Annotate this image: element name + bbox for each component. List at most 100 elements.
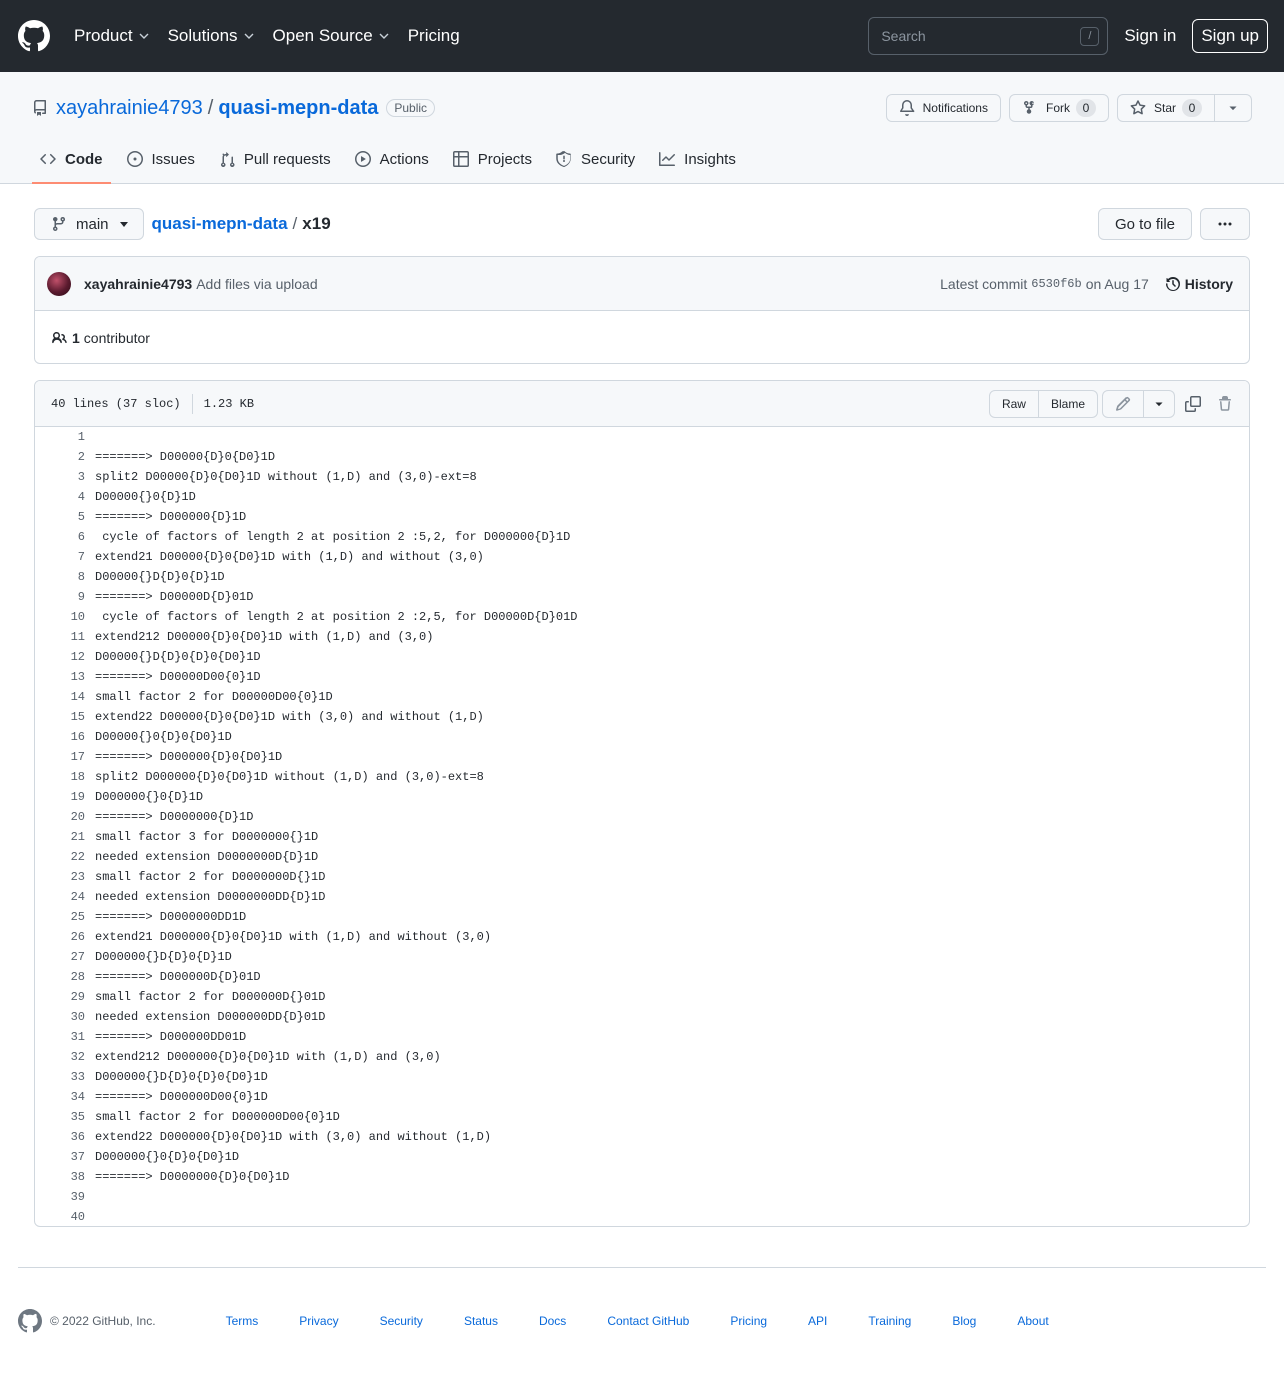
line-content: needed extension D0000000D{D}1D bbox=[95, 850, 319, 864]
repo-name-link[interactable]: quasi-mepn-data bbox=[218, 97, 378, 120]
commit-message-link[interactable]: Add files via upload bbox=[196, 276, 317, 292]
avatar[interactable] bbox=[47, 271, 71, 296]
line-number[interactable]: 32 bbox=[35, 1050, 85, 1064]
history-link[interactable]: History bbox=[1165, 276, 1233, 292]
footer-link-security[interactable]: Security bbox=[380, 1314, 423, 1328]
line-number[interactable]: 29 bbox=[35, 990, 85, 1004]
line-number[interactable]: 11 bbox=[35, 630, 85, 644]
line-number[interactable]: 36 bbox=[35, 1130, 85, 1144]
line-number[interactable]: 31 bbox=[35, 1030, 85, 1044]
pull-request-icon bbox=[219, 151, 235, 167]
trash-icon bbox=[1217, 395, 1233, 412]
line-number[interactable]: 27 bbox=[35, 950, 85, 964]
line-number[interactable]: 20 bbox=[35, 810, 85, 824]
line-number[interactable]: 25 bbox=[35, 910, 85, 924]
repo-title-row: xayahrainie4793 / quasi-mepn-data Public… bbox=[32, 92, 1252, 124]
line-number[interactable]: 6 bbox=[35, 530, 85, 544]
line-number[interactable]: 14 bbox=[35, 690, 85, 704]
branch-select-button[interactable]: main bbox=[34, 208, 144, 240]
tab-projects[interactable]: Projects bbox=[445, 136, 540, 184]
contributors-row[interactable]: 1 contributor bbox=[35, 311, 1249, 363]
line-number[interactable]: 26 bbox=[35, 930, 85, 944]
line-number[interactable]: 4 bbox=[35, 490, 85, 504]
line-number[interactable]: 40 bbox=[35, 1210, 85, 1224]
star-button[interactable]: Star 0 bbox=[1116, 94, 1215, 122]
line-number[interactable]: 1 bbox=[35, 430, 85, 444]
line-number[interactable]: 13 bbox=[35, 670, 85, 684]
star-list-dropdown[interactable] bbox=[1215, 94, 1252, 122]
line-number[interactable]: 33 bbox=[35, 1070, 85, 1084]
line-number[interactable]: 35 bbox=[35, 1110, 85, 1124]
breadcrumb-repo-link[interactable]: quasi-mepn-data bbox=[152, 214, 288, 234]
line-number[interactable]: 3 bbox=[35, 470, 85, 484]
line-number[interactable]: 19 bbox=[35, 790, 85, 804]
line-number[interactable]: 5 bbox=[35, 510, 85, 524]
footer-link-contact-github[interactable]: Contact GitHub bbox=[607, 1314, 689, 1328]
footer-link-pricing[interactable]: Pricing bbox=[730, 1314, 767, 1328]
edit-button[interactable] bbox=[1102, 389, 1144, 418]
tab-insights[interactable]: Insights bbox=[651, 136, 744, 184]
line-number[interactable]: 37 bbox=[35, 1150, 85, 1164]
line-number[interactable]: 21 bbox=[35, 830, 85, 844]
footer-link-blog[interactable]: Blog bbox=[952, 1314, 976, 1328]
line-number[interactable]: 2 bbox=[35, 450, 85, 464]
line-number[interactable]: 8 bbox=[35, 570, 85, 584]
code-line: 16 D00000{}0{D}0{D0}1D bbox=[35, 727, 1249, 747]
nav-product[interactable]: Product bbox=[74, 26, 150, 46]
fork-button[interactable]: Fork 0 bbox=[1008, 94, 1109, 122]
notifications-button[interactable]: Notifications bbox=[885, 94, 1001, 122]
copy-button[interactable] bbox=[1177, 390, 1209, 418]
repo-owner-link[interactable]: xayahrainie4793 bbox=[56, 97, 203, 120]
bell-icon bbox=[899, 100, 915, 116]
more-options-button[interactable] bbox=[1200, 208, 1250, 240]
search-input[interactable]: Search / bbox=[868, 17, 1109, 55]
nav-pricing[interactable]: Pricing bbox=[408, 26, 460, 46]
issue-icon bbox=[126, 151, 143, 167]
sign-up-button[interactable]: Sign up bbox=[1192, 19, 1268, 53]
github-logo-icon[interactable] bbox=[18, 20, 50, 52]
line-number[interactable]: 17 bbox=[35, 750, 85, 764]
raw-button[interactable]: Raw bbox=[988, 389, 1039, 418]
line-number[interactable]: 9 bbox=[35, 590, 85, 604]
footer-link-api[interactable]: API bbox=[808, 1314, 827, 1328]
line-number[interactable]: 30 bbox=[35, 1010, 85, 1024]
line-number[interactable]: 7 bbox=[35, 550, 85, 564]
line-number[interactable]: 18 bbox=[35, 770, 85, 784]
line-number[interactable]: 22 bbox=[35, 850, 85, 864]
footer-link-docs[interactable]: Docs bbox=[539, 1314, 566, 1328]
nav-solutions[interactable]: Solutions bbox=[168, 26, 255, 46]
edit-group bbox=[1102, 389, 1175, 418]
line-number[interactable]: 12 bbox=[35, 650, 85, 664]
tab-code[interactable]: Code bbox=[32, 136, 111, 184]
line-number[interactable]: 24 bbox=[35, 890, 85, 904]
tab-pull-requests[interactable]: Pull requests bbox=[211, 136, 339, 184]
footer-link-status[interactable]: Status bbox=[464, 1314, 498, 1328]
tab-security[interactable]: Security bbox=[548, 136, 643, 184]
line-number[interactable]: 34 bbox=[35, 1090, 85, 1104]
line-number[interactable]: 15 bbox=[35, 710, 85, 724]
commit-sha-link[interactable]: 6530f6b bbox=[1031, 277, 1081, 291]
nav-open-source[interactable]: Open Source bbox=[273, 26, 390, 46]
line-number[interactable]: 16 bbox=[35, 730, 85, 744]
sign-in-link[interactable]: Sign in bbox=[1124, 26, 1176, 46]
line-number[interactable]: 39 bbox=[35, 1190, 85, 1204]
footer-link-privacy[interactable]: Privacy bbox=[299, 1314, 338, 1328]
footer-link-terms[interactable]: Terms bbox=[226, 1314, 259, 1328]
line-number[interactable]: 23 bbox=[35, 870, 85, 884]
delete-button[interactable] bbox=[1209, 390, 1241, 418]
line-number[interactable]: 28 bbox=[35, 970, 85, 984]
tab-actions[interactable]: Actions bbox=[347, 136, 437, 184]
footer-link-training[interactable]: Training bbox=[868, 1314, 911, 1328]
code-line: 22 needed extension D0000000D{D}1D bbox=[35, 847, 1249, 867]
footer-link-about[interactable]: About bbox=[1017, 1314, 1048, 1328]
line-number[interactable]: 10 bbox=[35, 610, 85, 624]
line-content: =======> D000000DD01D bbox=[95, 1030, 247, 1044]
blame-button[interactable]: Blame bbox=[1038, 389, 1098, 418]
github-logo-icon[interactable] bbox=[18, 1309, 42, 1333]
edit-dropdown-button[interactable] bbox=[1144, 389, 1175, 418]
line-number[interactable]: 38 bbox=[35, 1170, 85, 1184]
go-to-file-button[interactable]: Go to file bbox=[1097, 208, 1192, 240]
code-line: 34 =======> D000000D00{0}1D bbox=[35, 1087, 1249, 1107]
tab-issues[interactable]: Issues bbox=[119, 136, 203, 184]
commit-author-link[interactable]: xayahrainie4793 bbox=[84, 276, 192, 292]
